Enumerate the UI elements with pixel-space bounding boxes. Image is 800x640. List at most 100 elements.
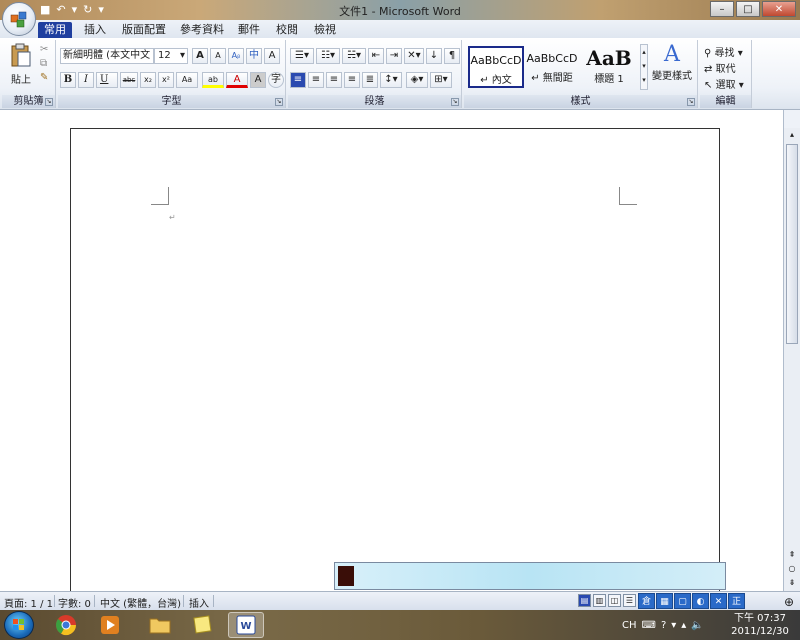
highlight-button[interactable]: ab xyxy=(202,72,224,88)
decrease-indent-button[interactable]: ⇤ xyxy=(368,48,384,64)
tab-review[interactable]: 校閱 xyxy=(270,22,304,38)
font-name-select[interactable]: 新細明體 (本文中文 xyxy=(60,48,154,64)
help-icon[interactable]: ? xyxy=(661,620,666,631)
shading-button[interactable]: ◈▾ xyxy=(406,72,428,88)
taskbar-media-player[interactable] xyxy=(92,612,128,638)
scroll-up-icon[interactable]: ▴ xyxy=(784,128,800,142)
show-marks-button[interactable]: ¶ xyxy=(444,48,460,64)
cut-icon[interactable]: ✂ xyxy=(40,44,48,55)
next-page-icon[interactable]: ⇟ xyxy=(784,576,800,590)
full-screen-reading-icon[interactable]: ▥ xyxy=(593,594,606,607)
change-case-button[interactable]: Aa xyxy=(176,72,198,88)
outline-icon[interactable]: ☰ xyxy=(623,594,636,607)
tab-insert[interactable]: 插入 xyxy=(78,22,112,38)
justify-button[interactable]: ≡ xyxy=(344,72,360,88)
bullets-button[interactable]: ☰▾ xyxy=(290,48,314,64)
strikethrough-button[interactable]: abc xyxy=(120,72,138,88)
font-color-button[interactable]: A xyxy=(226,72,248,88)
paste-button[interactable]: 貼上 xyxy=(6,42,36,86)
browse-object-icon[interactable]: ○ xyxy=(784,562,800,576)
taskbar-word[interactable]: W xyxy=(228,612,264,638)
scrollbar-thumb[interactable] xyxy=(786,144,798,344)
tab-home[interactable]: 常用 xyxy=(38,22,72,38)
taskbar-sticky-notes[interactable] xyxy=(184,612,220,638)
ruler-toggle-icon[interactable] xyxy=(783,110,800,128)
taskbar-chrome[interactable] xyxy=(48,612,84,638)
sort-button[interactable]: ↓ xyxy=(426,48,442,64)
language-status[interactable]: 中文 (繁體，台灣) xyxy=(100,595,181,610)
superscript-button[interactable]: x² xyxy=(158,72,174,88)
office-logo-icon xyxy=(10,11,27,28)
start-button[interactable] xyxy=(4,611,34,639)
clock[interactable]: 下午 07:37 2011/12/30 xyxy=(730,612,790,638)
minimize-button[interactable]: – xyxy=(710,1,734,17)
grow-font-button[interactable]: A xyxy=(192,48,208,64)
align-left-button[interactable]: ≡ xyxy=(290,72,306,88)
web-layout-icon[interactable]: ◫ xyxy=(608,594,621,607)
ime-mode-icon[interactable]: 倉 xyxy=(638,593,655,609)
line-spacing-button[interactable]: ↕▾ xyxy=(380,72,402,88)
find-button[interactable]: ⚲ 尋找 ▾ xyxy=(704,44,743,59)
vertical-scrollbar[interactable]: ▴ ⇞ ○ ⇟ xyxy=(783,128,800,591)
distributed-button[interactable]: ≣ xyxy=(362,72,378,88)
ime-icon[interactable]: ⌨ xyxy=(642,620,656,631)
options-icon[interactable]: ▾ xyxy=(671,620,676,631)
paragraph-launcher-icon[interactable]: ↘ xyxy=(451,98,459,106)
previous-page-icon[interactable]: ⇞ xyxy=(784,548,800,562)
volume-icon[interactable]: 🔈 xyxy=(691,620,703,631)
numbering-button[interactable]: ☷▾ xyxy=(316,48,340,64)
ime-note-icon[interactable]: ▢ xyxy=(674,593,691,609)
clear-format-button[interactable]: Aᵦ xyxy=(228,48,244,64)
character-shading-button[interactable]: A xyxy=(250,72,266,88)
show-hidden-icon[interactable]: ▴ xyxy=(681,620,686,631)
maximize-button[interactable]: □ xyxy=(736,1,760,17)
italic-button[interactable]: I xyxy=(78,72,94,88)
replace-button[interactable]: ⇄ 取代 xyxy=(704,60,736,75)
character-border-button[interactable]: A xyxy=(264,48,280,64)
input-language[interactable]: CH xyxy=(622,620,637,631)
styles-launcher-icon[interactable]: ↘ xyxy=(687,98,695,106)
font-size-select[interactable]: 12 ▾ xyxy=(154,48,188,64)
tab-view[interactable]: 檢視 xyxy=(308,22,342,38)
align-right-button[interactable]: ≡ xyxy=(326,72,342,88)
style-no-spacing[interactable]: AaBbCcD ↵ 無間距 xyxy=(524,46,580,88)
ime-doc-icon[interactable]: ▦ xyxy=(656,593,673,609)
enclose-character-button[interactable]: 字 xyxy=(268,72,284,88)
document-page[interactable]: ↵ xyxy=(70,128,720,591)
svg-text:W: W xyxy=(240,621,251,632)
format-painter-icon[interactable]: ✎ xyxy=(40,72,48,83)
align-center-button[interactable]: ≡ xyxy=(308,72,324,88)
select-button[interactable]: ↖ 選取 ▾ xyxy=(704,76,744,91)
shrink-font-button[interactable]: A xyxy=(210,48,226,64)
subscript-button[interactable]: x₂ xyxy=(140,72,156,88)
ime-cross-icon[interactable]: ✕ xyxy=(710,593,727,609)
bold-button[interactable]: B xyxy=(60,72,76,88)
style-normal[interactable]: AaBbCcD ↵ 內文 xyxy=(468,46,524,88)
asian-layout-button[interactable]: ✕▾ xyxy=(404,48,424,64)
borders-button[interactable]: ⊞▾ xyxy=(430,72,452,88)
status-bar: 頁面: 1 / 1 字數: 0 中文 (繁體，台灣) 插入 ▤ ▥ ◫ ☰ 倉 … xyxy=(0,591,800,610)
word-count[interactable]: 字數: 0 xyxy=(58,595,91,610)
tab-references[interactable]: 參考資料 xyxy=(174,22,230,38)
insert-mode[interactable]: 插入 xyxy=(189,595,209,610)
font-launcher-icon[interactable]: ↘ xyxy=(275,98,283,106)
copy-icon[interactable]: ⧉ xyxy=(40,58,47,69)
tab-page-layout[interactable]: 版面配置 xyxy=(116,22,172,38)
multilevel-list-button[interactable]: ☵▾ xyxy=(342,48,366,64)
styles-scroll[interactable]: ▴ ▾ ▾ xyxy=(640,44,648,90)
office-button[interactable] xyxy=(2,2,36,36)
page-count[interactable]: 頁面: 1 / 1 xyxy=(4,595,53,610)
change-styles-button[interactable]: A 變更樣式 xyxy=(650,42,694,92)
taskbar-explorer[interactable] xyxy=(142,612,178,638)
print-layout-icon[interactable]: ▤ xyxy=(578,594,591,607)
ime-half-icon[interactable]: ◐ xyxy=(692,593,709,609)
close-button[interactable]: ✕ xyxy=(762,1,796,17)
underline-button[interactable]: U xyxy=(96,72,118,88)
clipboard-launcher-icon[interactable]: ↘ xyxy=(45,98,53,106)
increase-indent-button[interactable]: ⇥ xyxy=(386,48,402,64)
zoom-in-icon[interactable]: ⊕ xyxy=(784,595,794,609)
phonetic-guide-button[interactable]: 中 xyxy=(246,48,262,64)
ime-punct-icon[interactable]: 正 xyxy=(728,593,745,609)
tab-mailings[interactable]: 郵件 xyxy=(232,22,266,38)
style-heading-1[interactable]: AaB 標題 1 xyxy=(580,46,638,88)
